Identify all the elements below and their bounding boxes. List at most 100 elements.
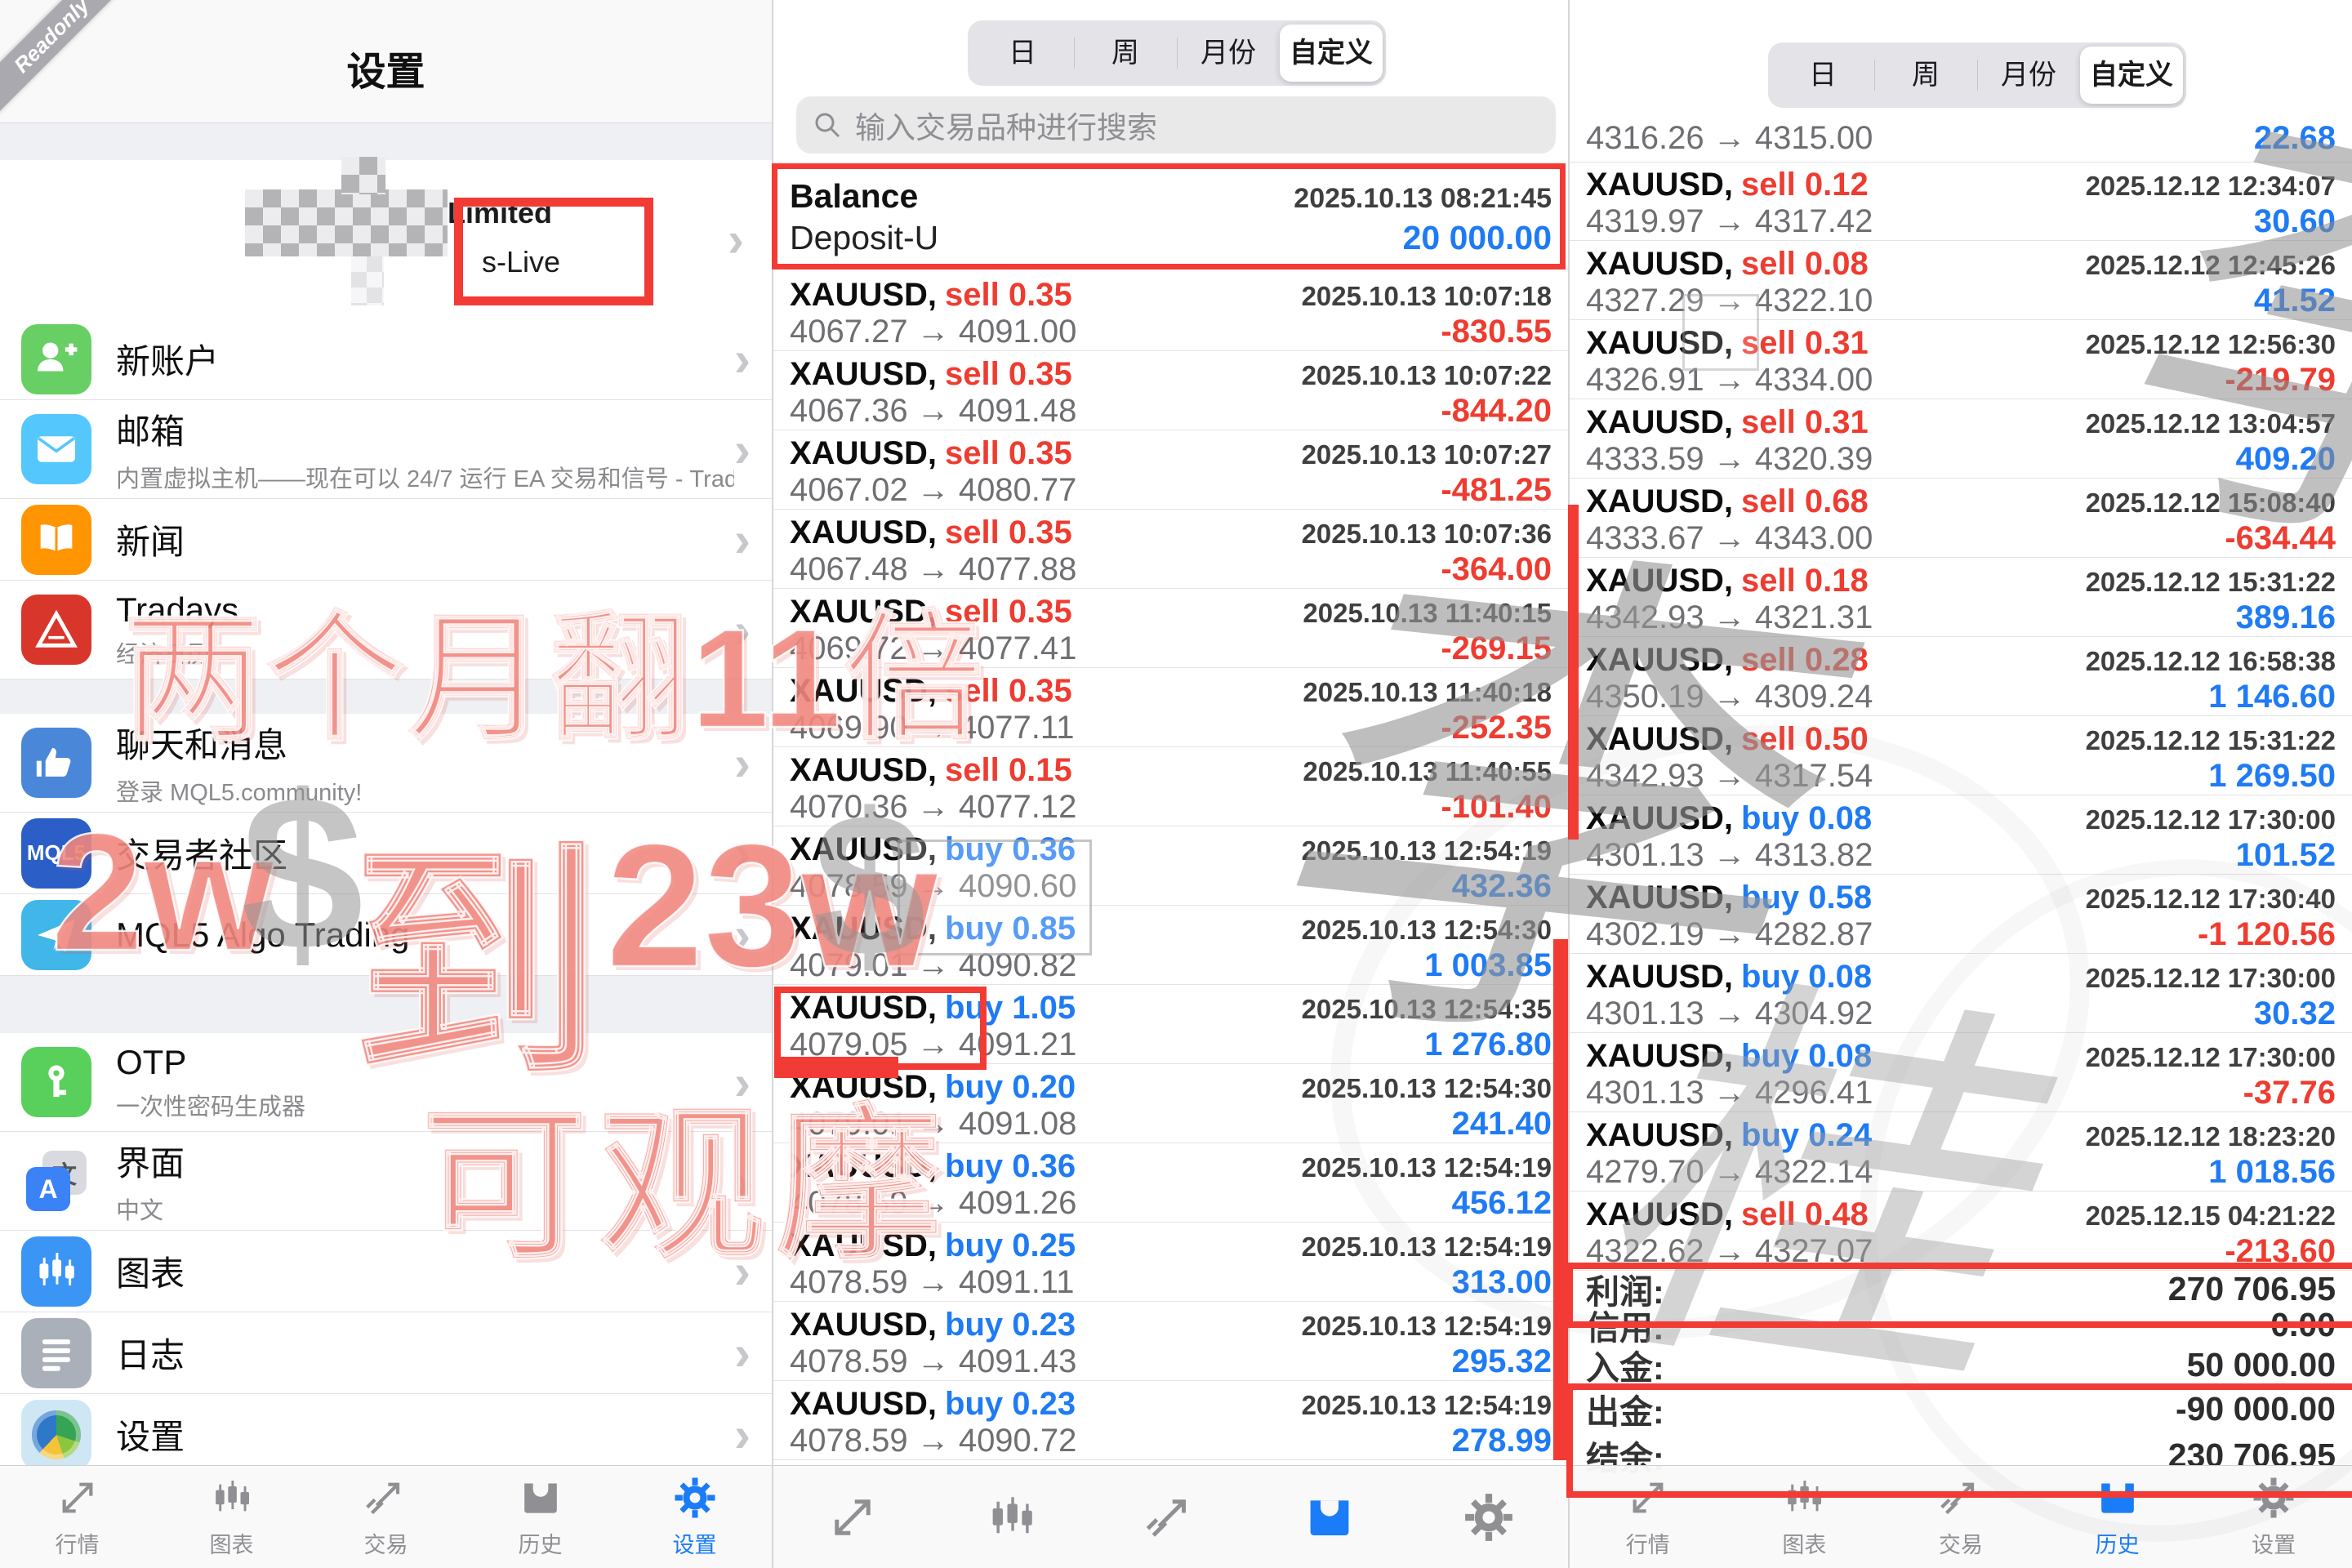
trade-row[interactable]: XAUUSD,buy 0.20 2025.10.13 12:54:30 4079… xyxy=(773,1064,1568,1143)
trade-profit: -481.25 xyxy=(1441,472,1552,509)
tab-quotes[interactable] xyxy=(773,1466,933,1568)
account-server-label: s-Live xyxy=(482,245,560,279)
tab-quotes[interactable]: 行情 xyxy=(1570,1466,1726,1568)
balance-row[interactable]: Balance 2025.10.13 08:21:45 Deposit-U 20… xyxy=(773,166,1568,270)
trade-row[interactable]: XAUUSD,buy 0.08 2025.12.12 17:30:00 4301… xyxy=(1570,1033,2352,1112)
trade-time: 2025.10.13 11:40:18 xyxy=(1303,677,1552,708)
trade-prices: 4078.59 → 4091.11 xyxy=(790,1264,1074,1301)
trade-row[interactable]: XAUUSD,sell 0.28 2025.12.12 16:58:38 435… xyxy=(1570,637,2352,716)
menu-item-otp[interactable]: OTP 一次性密码生成器 xyxy=(0,1033,772,1132)
page-title: 设置 xyxy=(0,0,772,96)
trade-symbol: XAUUSD, xyxy=(790,990,937,1026)
trade-row-partial[interactable]: 4316.26 → 4315.00 22.68 xyxy=(1570,114,2352,163)
trade-prices: 4326.91 → 4334.00 xyxy=(1586,362,1873,399)
menu-item-tradays[interactable]: Tradays 经济日历 xyxy=(0,581,772,679)
trade-profit: 41.52 xyxy=(2254,283,2336,319)
menu-item-settings[interactable]: 设置 xyxy=(0,1394,772,1476)
segment-day[interactable]: 日 xyxy=(971,24,1074,82)
trade-prices: 4342.93 → 4321.31 xyxy=(1586,599,1873,636)
trade-row[interactable]: XAUUSD,sell 0.12 2025.12.12 12:34:07 431… xyxy=(1570,162,2352,241)
trade-row[interactable]: XAUUSD,sell 0.48 2025.12.15 04:21:22 432… xyxy=(1570,1192,2352,1271)
segment-day[interactable]: 日 xyxy=(1771,47,1874,104)
trade-profit: -269.15 xyxy=(1441,630,1552,667)
menu-subtitle: 内置虚拟主机——现在可以 24/7 运行 EA 交易和信号 - Tradin..… xyxy=(116,460,734,494)
trade-row[interactable]: XAUUSD,buy 0.23 2025.10.13 12:54:19 4078… xyxy=(773,1302,1568,1381)
menu-item-mql5-algo-trading[interactable]: MQL5 Algo Trading xyxy=(0,894,772,976)
trade-prices: 4316.26 → 4315.00 xyxy=(1586,120,1873,157)
menu-item-traders-community[interactable]: MQL5 交易者社区 xyxy=(0,813,772,894)
menu-item-interface[interactable]: 文 A 界面 中文 xyxy=(0,1132,772,1231)
trade-prices: 4342.93 → 4317.54 xyxy=(1586,758,1873,795)
menu-item-news[interactable]: 新闻 xyxy=(0,499,772,581)
trade-prices: 4067.36 → 4091.48 xyxy=(790,393,1076,430)
trade-prices: 4301.13 → 4296.41 xyxy=(1586,1075,1873,1111)
tab-settings[interactable]: 设置 xyxy=(2195,1466,2352,1568)
trade-prices: 4067.02 → 4080.77 xyxy=(790,472,1076,509)
trade-prices: 4069.90 → 4077.11 xyxy=(790,710,1074,746)
trade-row[interactable]: XAUUSD,sell 0.35 2025.10.13 10:07:36 406… xyxy=(773,510,1568,589)
search-input[interactable]: 输入交易品种进行搜索 xyxy=(796,96,1556,154)
tab-history[interactable]: 历史 xyxy=(463,1466,617,1568)
tab-settings[interactable] xyxy=(1409,1466,1568,1568)
menu-label: 界面 xyxy=(116,1136,734,1186)
tab-history[interactable]: 历史 xyxy=(2039,1466,2196,1568)
trade-row[interactable]: XAUUSD,buy 0.08 2025.12.12 17:30:00 4301… xyxy=(1570,795,2352,875)
segment-custom[interactable]: 自定义 xyxy=(1280,24,1383,82)
trade-symbol: XAUUSD, xyxy=(1586,325,1733,361)
trade-row[interactable]: XAUUSD,buy 0.23 2025.10.13 12:54:19 4078… xyxy=(773,1381,1568,1460)
trade-row[interactable]: XAUUSD,sell 0.50 2025.12.12 15:31:22 434… xyxy=(1570,716,2352,795)
blurred-account-name xyxy=(245,189,448,256)
trade-row[interactable]: XAUUSD,buy 0.24 2025.12.12 18:23:20 4279… xyxy=(1570,1112,2352,1192)
menu-item-new-account[interactable]: 新账户 xyxy=(0,318,772,400)
menu-item-journal[interactable]: 日志 xyxy=(0,1312,772,1394)
trade-row[interactable]: XAUUSD,sell 0.35 2025.10.13 10:07:18 406… xyxy=(773,272,1568,351)
trade-row[interactable]: XAUUSD,sell 0.31 2025.12.12 13:04:57 433… xyxy=(1570,399,2352,479)
trade-row[interactable]: XAUUSD,sell 0.15 2025.10.13 11:40:55 407… xyxy=(773,747,1568,826)
trade-row[interactable]: XAUUSD,sell 0.31 2025.12.12 12:56:30 432… xyxy=(1570,320,2352,399)
tab-trade[interactable]: 交易 xyxy=(309,1466,463,1568)
tab-charts[interactable] xyxy=(933,1466,1092,1568)
segment-custom[interactable]: 自定义 xyxy=(2080,47,2183,104)
segment-week[interactable]: 周 xyxy=(1074,24,1177,82)
trade-row[interactable]: XAUUSD,buy 0.25 2025.10.13 12:54:19 4078… xyxy=(773,1223,1568,1302)
menu-item-chat[interactable]: 聊天和消息 登录 MQL5.community! xyxy=(0,714,772,813)
tab-quotes[interactable]: 行情 xyxy=(0,1466,154,1568)
trade-row[interactable]: XAUUSD,sell 0.68 2025.12.12 15:08:40 433… xyxy=(1570,479,2352,558)
trade-row[interactable]: XAUUSD,sell 0.18 2025.12.12 15:31:22 434… xyxy=(1570,558,2352,637)
trade-row[interactable]: XAUUSD,buy 1.05 2025.10.13 12:54:35 4079… xyxy=(773,985,1568,1064)
trade-side-volume: sell 0.35 xyxy=(945,277,1072,313)
trade-time: 2025.10.13 12:54:19 xyxy=(1302,835,1552,866)
segment-month[interactable]: 月份 xyxy=(1177,24,1280,82)
trade-row[interactable]: XAUUSD,sell 0.35 2025.10.13 11:40:15 406… xyxy=(773,589,1568,668)
trade-side-volume: sell 0.31 xyxy=(1741,325,1869,361)
menu-item-mailbox[interactable]: 邮箱 内置虚拟主机——现在可以 24/7 运行 EA 交易和信号 - Tradi… xyxy=(0,400,772,499)
tab-settings[interactable]: 设置 xyxy=(617,1466,772,1568)
trade-symbol: XAUUSD, xyxy=(1586,1117,1733,1153)
trade-row[interactable]: XAUUSD,sell 0.35 2025.10.13 11:40:18 406… xyxy=(773,668,1568,747)
trade-prices: 4350.19 → 4309.24 xyxy=(1586,679,1873,715)
trade-side-volume: sell 0.35 xyxy=(945,673,1072,709)
trade-row[interactable]: XAUUSD,buy 0.36 2025.10.13 12:54:19 4078… xyxy=(773,826,1568,906)
tab-trade[interactable]: 交易 xyxy=(1882,1466,2039,1568)
menu-item-charts[interactable]: 图表 xyxy=(0,1231,772,1312)
trade-row[interactable]: XAUUSD,sell 0.08 2025.12.12 12:45:26 432… xyxy=(1570,241,2352,320)
summary-row: 入金: 50 000.00 xyxy=(1570,1343,2352,1387)
trade-row[interactable]: XAUUSD,sell 0.35 2025.10.13 10:07:22 406… xyxy=(773,351,1568,430)
tab-trade[interactable] xyxy=(1091,1466,1250,1568)
tab-charts[interactable]: 图表 xyxy=(154,1466,309,1568)
segment-week[interactable]: 周 xyxy=(1874,47,1977,104)
trade-row[interactable]: XAUUSD,buy 0.85 2025.10.13 12:54:30 4079… xyxy=(773,906,1568,985)
menu-label: 聊天和消息 xyxy=(116,718,734,768)
trade-time: 2025.10.13 12:54:19 xyxy=(1302,1311,1552,1342)
tab-history[interactable] xyxy=(1250,1466,1410,1568)
trade-row[interactable]: XAUUSD,buy 0.36 2025.10.13 12:54:19 4078… xyxy=(773,1143,1568,1223)
menu-subtitle: 登录 MQL5.community! xyxy=(116,773,734,808)
menu-label: 邮箱 xyxy=(116,404,734,454)
trade-row[interactable]: XAUUSD,sell 0.35 2025.10.13 10:07:27 406… xyxy=(773,430,1568,510)
account-row[interactable]: Limited s-Live xyxy=(0,160,772,319)
trade-row[interactable]: XAUUSD,buy 0.58 2025.12.12 17:30:40 4302… xyxy=(1570,875,2352,954)
tab-charts[interactable]: 图表 xyxy=(1726,1466,1883,1568)
trade-time: 2025.12.12 12:56:30 xyxy=(2086,329,2336,360)
segment-month[interactable]: 月份 xyxy=(1977,47,2080,104)
trade-row[interactable]: XAUUSD,buy 0.08 2025.12.12 17:30:00 4301… xyxy=(1570,954,2352,1033)
